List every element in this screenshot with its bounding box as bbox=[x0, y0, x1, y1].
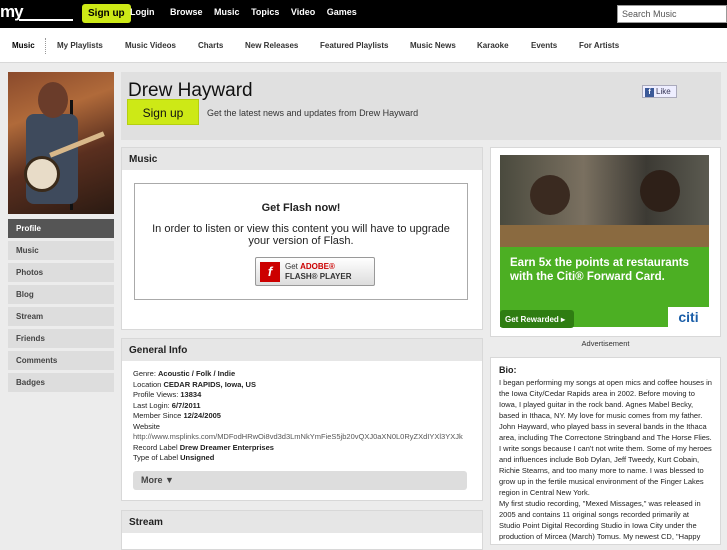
profile-signup-button[interactable]: Sign up bbox=[127, 99, 199, 125]
top-nav: Browse Music Topics Video Games bbox=[170, 7, 366, 17]
bio-heading: Bio: bbox=[499, 365, 517, 375]
info-value: 6/7/2011 bbox=[171, 400, 201, 410]
nav-games[interactable]: Games bbox=[327, 7, 357, 17]
bio-panel: Bio: I began performing my songs at open… bbox=[490, 357, 721, 545]
bio-paragraph: My first studio recording, "Mexed Missag… bbox=[499, 499, 701, 541]
search-input[interactable]: Search Music bbox=[617, 5, 727, 23]
info-value: 13834 bbox=[180, 390, 202, 399]
info-row-location: Location CEDAR RAPIDS, Iowa, US bbox=[133, 380, 471, 391]
ad-photo bbox=[500, 155, 709, 247]
nav-topics[interactable]: Topics bbox=[251, 7, 279, 17]
flash-icon: f bbox=[260, 262, 280, 282]
stream-title: Stream bbox=[122, 511, 482, 533]
subnav-featured-playlists[interactable]: Featured Playlists bbox=[320, 41, 388, 50]
login-link[interactable]: Login bbox=[130, 7, 155, 17]
info-label: Location bbox=[133, 379, 164, 389]
music-panel: Music Get Flash now! In order to listen … bbox=[121, 147, 483, 330]
info-row-genre: Genre: Acoustic / Folk / Indie bbox=[133, 369, 471, 380]
profile-header: Drew Hayward Sign up Get the latest news… bbox=[121, 72, 721, 140]
info-label: Genre: bbox=[133, 369, 159, 378]
like-label: Like bbox=[656, 87, 671, 96]
info-value: Drew Dreamer Enterprises bbox=[179, 442, 274, 452]
logo-underline bbox=[19, 6, 73, 21]
flash-badge-line2: FLASH® PLAYER bbox=[285, 272, 352, 281]
info-row-last-login: Last Login: 6/7/2011 bbox=[133, 401, 471, 412]
info-value: Acoustic / Folk / Indie bbox=[158, 369, 236, 378]
website-link[interactable]: http://www.msplinks.com/MDFodHRwOi8vd3d3… bbox=[133, 432, 471, 443]
info-label: Profile Views: bbox=[133, 390, 181, 399]
flash-badge-get: Get bbox=[285, 262, 301, 271]
flash-message: In order to listen or view this content … bbox=[152, 223, 450, 247]
general-info-panel: General Info Genre: Acoustic / Folk / In… bbox=[121, 338, 483, 501]
sidebar-item-comments[interactable]: Comments bbox=[8, 351, 114, 370]
sidebar-item-music[interactable]: Music bbox=[8, 241, 114, 260]
nav-browse[interactable]: Browse bbox=[170, 7, 203, 17]
info-label: Website bbox=[133, 421, 160, 431]
sidebar-item-badges[interactable]: Badges bbox=[8, 373, 114, 392]
ad-photo-person-1 bbox=[530, 175, 570, 215]
facebook-like-button[interactable]: f Like bbox=[642, 85, 677, 98]
sidebar-item-photos[interactable]: Photos bbox=[8, 263, 114, 282]
info-row-member-since: Member Since 12/24/2005 bbox=[133, 411, 471, 422]
info-row-views: Profile Views: 13834 bbox=[133, 390, 471, 401]
sidebar-item-stream[interactable]: Stream bbox=[8, 307, 114, 326]
info-row-label-type: Type of Label Unsigned bbox=[133, 453, 471, 464]
sidebar-item-friends[interactable]: Friends bbox=[8, 329, 114, 348]
sidebar-item-profile[interactable]: Profile bbox=[8, 219, 114, 238]
info-row-website: Website bbox=[133, 422, 471, 433]
info-value: Unsigned bbox=[180, 453, 215, 462]
ad-banner: Earn 5x the points at restaurants with t… bbox=[500, 247, 709, 328]
info-label: Record Label bbox=[133, 442, 180, 452]
nav-video[interactable]: Video bbox=[291, 7, 315, 17]
facebook-icon: f bbox=[645, 88, 654, 97]
ad-headline: Earn 5x the points at restaurants with t… bbox=[510, 257, 689, 283]
top-signup-button[interactable]: Sign up bbox=[82, 4, 131, 23]
info-value: CEDAR RAPIDS, Iowa, US bbox=[163, 379, 256, 389]
photo-banjo bbox=[24, 156, 60, 192]
music-panel-title: Music bbox=[122, 148, 482, 170]
ad-photo-table bbox=[500, 225, 709, 247]
advertisement-label: Advertisement bbox=[581, 339, 630, 348]
sidebar-item-blog[interactable]: Blog bbox=[8, 285, 114, 304]
signup-tagline: Get the latest news and updates from Dre… bbox=[207, 108, 419, 118]
general-info-list: Genre: Acoustic / Folk / Indie Location … bbox=[122, 361, 482, 472]
music-subnav: Music My Playlists Music Videos Charts N… bbox=[0, 28, 727, 63]
subnav-my-playlists[interactable]: My Playlists bbox=[57, 41, 103, 50]
general-info-title: General Info bbox=[122, 339, 482, 361]
top-bar: my Sign up Login Browse Music Topics Vid… bbox=[0, 0, 727, 28]
info-value: 12/24/2005 bbox=[183, 411, 221, 420]
photo-head bbox=[38, 82, 68, 118]
stream-panel: Stream bbox=[121, 510, 483, 550]
bio-paragraph: I began performing my songs at open mics… bbox=[499, 378, 712, 442]
info-label: Member Since bbox=[133, 411, 184, 420]
more-info-button[interactable]: More ▼ bbox=[133, 471, 467, 490]
subnav-charts[interactable]: Charts bbox=[198, 41, 223, 50]
ad-photo-person-2 bbox=[640, 170, 680, 212]
nav-music[interactable]: Music bbox=[214, 7, 240, 17]
flash-required-box: Get Flash now! In order to listen or vie… bbox=[134, 183, 468, 300]
info-row-record-label: Record Label Drew Dreamer Enterprises bbox=[133, 443, 471, 454]
subnav-for-artists[interactable]: For Artists bbox=[579, 41, 619, 50]
subnav-karaoke[interactable]: Karaoke bbox=[477, 41, 509, 50]
info-label: Type of Label bbox=[133, 453, 181, 462]
subnav-music-news[interactable]: Music News bbox=[410, 41, 456, 50]
flash-badge-line1: Get ADOBE® bbox=[285, 262, 335, 271]
subnav-events[interactable]: Events bbox=[531, 41, 557, 50]
get-flash-button[interactable]: f Get ADOBE® FLASH® PLAYER bbox=[255, 257, 375, 286]
subnav-new-releases[interactable]: New Releases bbox=[245, 41, 298, 50]
bio-paragraph: I write songs because I can't not write … bbox=[499, 444, 712, 497]
get-rewarded-button[interactable]: Get Rewarded ▸ bbox=[500, 310, 574, 328]
profile-sidebar: Profile Music Photos Blog Stream Friends… bbox=[8, 219, 114, 395]
flash-title: Get Flash now! bbox=[261, 202, 341, 214]
subnav-divider bbox=[45, 38, 46, 54]
info-label: Last Login: bbox=[133, 400, 172, 410]
advertisement[interactable]: Earn 5x the points at restaurants with t… bbox=[490, 147, 721, 337]
subnav-music[interactable]: Music bbox=[12, 41, 35, 50]
profile-photo[interactable] bbox=[8, 72, 114, 214]
flash-badge-adobe: ADOBE® bbox=[300, 262, 335, 271]
subnav-music-videos[interactable]: Music Videos bbox=[125, 41, 176, 50]
citi-logo: citi bbox=[668, 307, 709, 327]
